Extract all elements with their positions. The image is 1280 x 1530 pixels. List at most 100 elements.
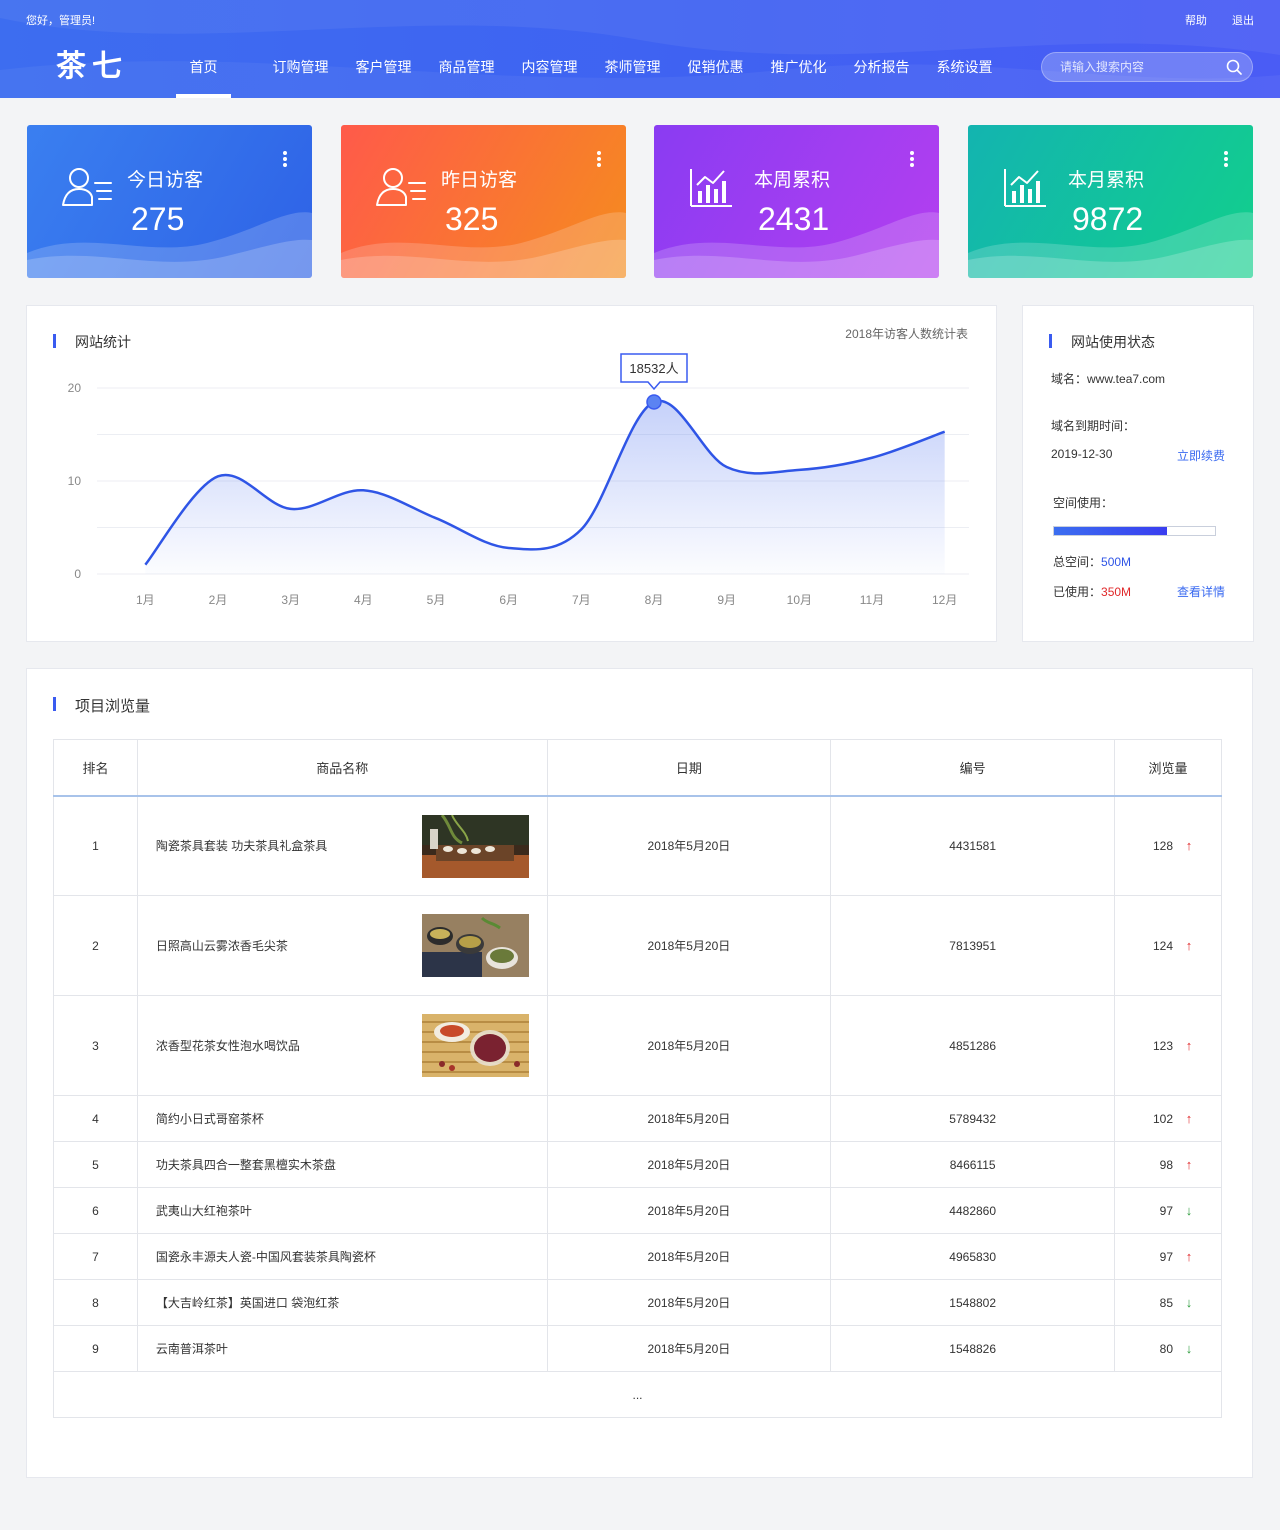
card-label: 本周累积 xyxy=(754,170,831,191)
x-tick-label: 1月 xyxy=(136,593,155,607)
nav-item-orders[interactable]: 订购管理 xyxy=(259,46,342,98)
tea-set-photo[interactable] xyxy=(421,814,529,878)
name-cell: 日照高山云雾浓香毛尖茶 xyxy=(136,895,548,996)
table-row[interactable]: 4 简约小日式哥窑茶杯 2018年5月20日 5789432 102 ↑ xyxy=(53,1095,1222,1142)
rank-cell: 5 xyxy=(53,1141,138,1188)
column-header-code[interactable]: 编号 xyxy=(830,739,1116,797)
nav-item-settings[interactable]: 系统设置 xyxy=(923,46,1006,98)
stat-card-week-total[interactable]: 本周累积 2431 xyxy=(654,125,939,278)
search-input[interactable] xyxy=(1060,53,1220,81)
name-cell: 陶瓷茶具套装 功夫茶具礼盒茶具 xyxy=(136,795,548,896)
arrow-up-icon: ↑ xyxy=(1185,1111,1193,1126)
name-cell: 浓香型花茶女性泡水喝饮品 xyxy=(136,995,548,1096)
product-name[interactable]: 功夫茶具四合一整套黑檀实木茶盘 xyxy=(156,1158,336,1172)
name-cell: 简约小日式哥窑茶杯 xyxy=(136,1095,548,1142)
product-name[interactable]: 陶瓷茶具套装 功夫茶具礼盒茶具 xyxy=(156,839,327,853)
project-views-panel: 项目浏览量 排名 商品名称 日期 编号 浏览量 1 陶瓷茶具套装 功夫茶具礼盒茶… xyxy=(26,668,1253,1478)
card-value: 325 xyxy=(445,201,499,237)
rank-cell: 3 xyxy=(53,995,138,1096)
product-name[interactable]: 【大吉岭红茶】英国进口 袋泡红茶 xyxy=(156,1296,339,1310)
space-label: 空间使用： xyxy=(1053,496,1114,510)
y-tick-label: 0 xyxy=(74,567,81,581)
nav-item-home[interactable]: 首页 xyxy=(176,46,231,98)
stat-card-yesterday-visitors[interactable]: 昨日访客 325 xyxy=(341,125,626,278)
stat-card-today-visitors[interactable]: 今日访客 275 xyxy=(27,125,312,278)
views-cell: 80 ↓ xyxy=(1114,1325,1222,1372)
column-header-date[interactable]: 日期 xyxy=(546,739,832,797)
view-details-link[interactable]: 查看详情 xyxy=(1177,583,1225,600)
rank-cell: 2 xyxy=(53,895,138,996)
stat-card-month-total[interactable]: 本月累积 9872 xyxy=(968,125,1253,278)
date-cell: 2018年5月20日 xyxy=(546,1141,832,1188)
more-options-icon[interactable] xyxy=(596,151,602,169)
used-space-value: 350M xyxy=(1101,585,1132,599)
nav-item-seo[interactable]: 推广优化 xyxy=(757,46,840,98)
date-cell: 2018年5月20日 xyxy=(546,1279,832,1326)
y-tick-label: 20 xyxy=(68,381,82,395)
product-name[interactable]: 云南普洱茶叶 xyxy=(156,1342,228,1356)
name-cell: 【大吉岭红茶】英国进口 袋泡红茶 xyxy=(136,1279,548,1326)
card-value: 275 xyxy=(131,201,185,237)
logout-link[interactable]: 退出 xyxy=(1232,15,1254,27)
date-cell: 2018年5月20日 xyxy=(546,995,832,1096)
table-row[interactable]: 6 武夷山大红袍茶叶 2018年5月20日 4482860 97 ↓ xyxy=(53,1187,1222,1234)
renew-link[interactable]: 立即续费 xyxy=(1177,447,1225,464)
table-row[interactable]: 3 浓香型花茶女性泡水喝饮品 2018年5月20日 4851286 123 ↑ xyxy=(53,995,1222,1096)
name-cell: 武夷山大红袍茶叶 xyxy=(136,1187,548,1234)
panel-title: 项目浏览量 xyxy=(53,695,150,716)
column-header-rank[interactable]: 排名 xyxy=(53,739,138,797)
site-status-panel: 网站使用状态 域名：www.tea7.com 域名到期时间： 2019-12-3… xyxy=(1022,305,1254,642)
load-more-row[interactable]: ... xyxy=(53,1371,1222,1418)
table-row[interactable]: 1 陶瓷茶具套装 功夫茶具礼盒茶具 2018年5月20日 4431581 128… xyxy=(53,795,1222,896)
more-options-icon[interactable] xyxy=(909,151,915,169)
green-tea-photo[interactable] xyxy=(421,914,529,977)
product-name[interactable]: 国瓷永丰源夫人瓷-中国风套装茶具陶瓷杯 xyxy=(156,1250,376,1264)
table-row[interactable]: 2 日照高山云雾浓香毛尖茶 2018年5月20日 7813951 124 ↑ xyxy=(53,895,1222,996)
more-options-icon[interactable] xyxy=(1223,151,1229,169)
brand-logo[interactable]: 茶七 xyxy=(56,48,128,86)
rank-cell: 7 xyxy=(53,1233,138,1280)
help-link[interactable]: 帮助 xyxy=(1185,15,1207,27)
product-name[interactable]: 浓香型花茶女性泡水喝饮品 xyxy=(156,1039,300,1053)
table-row[interactable]: 5 功夫茶具四合一整套黑檀实木茶盘 2018年5月20日 8466115 98 ↑ xyxy=(53,1141,1222,1188)
arrow-up-icon: ↑ xyxy=(1185,1157,1193,1172)
card-value: 2431 xyxy=(758,201,830,237)
x-tick-label: 10月 xyxy=(787,593,812,607)
code-cell: 8466115 xyxy=(830,1141,1116,1188)
code-cell: 4965830 xyxy=(830,1233,1116,1280)
code-cell: 1548826 xyxy=(830,1325,1116,1372)
tooltip-label: 18532人 xyxy=(629,361,678,376)
card-label: 本月累积 xyxy=(1068,170,1145,191)
flower-tea-photo[interactable] xyxy=(421,1014,529,1077)
x-tick-label: 11月 xyxy=(860,593,884,607)
nav-item-customers[interactable]: 客户管理 xyxy=(342,46,425,98)
more-options-icon[interactable] xyxy=(282,151,288,169)
load-more-ellipsis[interactable]: ... xyxy=(53,1371,1222,1418)
x-tick-label: 3月 xyxy=(281,593,300,607)
product-name[interactable]: 日照高山云雾浓香毛尖茶 xyxy=(156,939,288,953)
nav-item-tea-masters[interactable]: 茶师管理 xyxy=(591,46,674,98)
product-name[interactable]: 简约小日式哥窑茶杯 xyxy=(156,1112,264,1126)
views-value: 80 xyxy=(1159,1342,1173,1356)
total-space-row: 总空间：500M xyxy=(1053,553,1131,570)
rank-cell: 1 xyxy=(53,795,138,896)
card-label: 今日访客 xyxy=(127,170,204,191)
nav-item-reports[interactable]: 分析报告 xyxy=(840,46,923,98)
views-value: 97 xyxy=(1159,1204,1173,1218)
column-header-views[interactable]: 浏览量 xyxy=(1114,739,1222,797)
product-name[interactable]: 武夷山大红袍茶叶 xyxy=(156,1204,252,1218)
table-row[interactable]: 7 国瓷永丰源夫人瓷-中国风套装茶具陶瓷杯 2018年5月20日 4965830… xyxy=(53,1233,1222,1280)
views-value: 102 xyxy=(1152,1112,1173,1126)
table-row[interactable]: 9 云南普洱茶叶 2018年5月20日 1548826 80 ↓ xyxy=(53,1325,1222,1372)
nav-item-promotions[interactable]: 促销优惠 xyxy=(674,46,757,98)
expire-date: 2019-12-30 xyxy=(1051,447,1113,461)
nav-item-products[interactable]: 商品管理 xyxy=(425,46,508,98)
x-tick-label: 8月 xyxy=(645,593,664,607)
views-cell: 128 ↑ xyxy=(1114,795,1222,896)
column-header-name[interactable]: 商品名称 xyxy=(136,739,548,797)
nav-item-content[interactable]: 内容管理 xyxy=(508,46,591,98)
table-row[interactable]: 8 【大吉岭红茶】英国进口 袋泡红茶 2018年5月20日 1548802 85… xyxy=(53,1279,1222,1326)
search-icon[interactable] xyxy=(1226,59,1242,75)
views-table: 排名 商品名称 日期 编号 浏览量 1 陶瓷茶具套装 功夫茶具礼盒茶具 2018… xyxy=(53,739,1222,1418)
site-stats-panel: 0 10 20 1月 2月 3月 4月 5月 6月 7月 8月 9月 10月 11月 12月 18532人 网… xyxy=(26,305,997,642)
